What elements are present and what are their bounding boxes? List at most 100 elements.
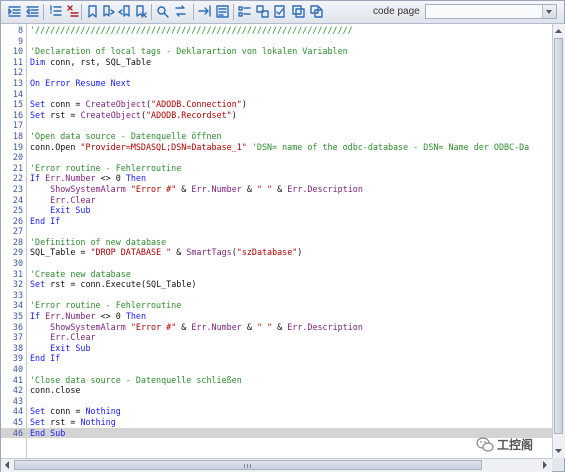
scroll-right-icon[interactable] <box>539 459 550 471</box>
bookmark-prev-icon[interactable] <box>117 4 132 19</box>
code-line[interactable]: 9 <box>1 36 552 47</box>
line-number: 39 <box>12 353 23 364</box>
code-line[interactable]: 38 Exit Sub <box>1 343 552 354</box>
code-line[interactable]: 16 Set rst = CreateObject("ADODB.Recordse… <box>1 110 552 121</box>
code-line[interactable]: 39 End If <box>1 353 552 364</box>
horizontal-scrollbar[interactable] <box>1 458 552 472</box>
code-page-select[interactable] <box>425 4 557 19</box>
bookmark-toggle-icon[interactable] <box>85 4 100 19</box>
code-line[interactable]: 30 <box>1 258 552 269</box>
code-line[interactable]: 35 If Err.Number <> 0 Then <box>1 311 552 322</box>
code-text: ShowSystemAlarm "Error #" & Err.Number &… <box>30 322 363 333</box>
code-token-builtin: Err.Clear <box>50 194 96 205</box>
code-token-plain: & <box>176 183 192 194</box>
code-line[interactable]: 29 SQL_Table = "DROP DATABASE " & SmartTa… <box>1 247 552 258</box>
chevron-down-icon[interactable] <box>542 5 556 18</box>
code-line[interactable]: 13 On Error Resume Next <box>1 78 552 89</box>
code-token-keyword: Set <box>30 99 46 110</box>
code-token-plain: & <box>272 183 288 194</box>
line-number: 30 <box>12 258 23 269</box>
vertical-scrollbar[interactable] <box>552 24 565 458</box>
code-token-keyword: End Sub <box>30 427 66 438</box>
line-number: 18 <box>12 130 23 141</box>
scroll-left-icon[interactable] <box>2 459 13 471</box>
code-line[interactable]: 17 <box>1 120 552 131</box>
code-line[interactable]: 26 End If <box>1 216 552 227</box>
code-line[interactable]: 12 <box>1 67 552 78</box>
code-line[interactable]: 8 '//////////////////////////////////////… <box>1 25 552 36</box>
code-line[interactable]: 27 <box>1 226 552 237</box>
code-line[interactable]: 31 'Create new database <box>1 269 552 280</box>
code-token-plain: <> 0 <box>95 311 126 322</box>
syntax-check-icon[interactable] <box>273 4 288 19</box>
code-line[interactable]: 23 ShowSystemAlarm "Error #" & Err.Numbe… <box>1 184 552 195</box>
find-icon[interactable] <box>155 4 170 19</box>
toolbar-separator <box>193 4 194 20</box>
code-token-plain: rst = <box>45 416 81 427</box>
code-line[interactable]: 46 End Sub <box>1 427 552 439</box>
line-number: 26 <box>12 215 23 226</box>
code-token-keyword: On Error Resume Next <box>30 77 131 88</box>
bookmark-next-icon[interactable] <box>101 4 116 19</box>
horizontal-scroll-thumb[interactable] <box>14 460 482 470</box>
comment-lines-icon[interactable] <box>48 4 63 19</box>
code-token-keyword: Then <box>125 173 146 184</box>
code-text: conn.Open "Provider=MSDASQL;DSN=Database… <box>30 142 529 153</box>
code-line[interactable]: 28 'Definition of new database <box>1 237 552 248</box>
indent-icon[interactable] <box>7 4 22 19</box>
properties-icon[interactable] <box>215 4 230 19</box>
line-number: 37 <box>12 332 23 343</box>
code-token-plain: rst = <box>45 109 81 120</box>
code-line[interactable]: 40 <box>1 364 552 375</box>
code-line[interactable]: 45 Set rst = Nothing <box>1 417 552 428</box>
bookmark-clear-icon[interactable] <box>133 4 148 19</box>
code-line[interactable]: 43 <box>1 396 552 407</box>
code-token-builtin: ShowSystemAlarm <box>50 321 126 332</box>
scroll-up-icon[interactable] <box>553 25 564 37</box>
object-browser-icon[interactable] <box>309 4 324 19</box>
wechat-icon <box>476 436 494 452</box>
code-line[interactable]: 11 Dim conn, rst, SQL_Table <box>1 57 552 68</box>
code-line[interactable]: 37 Err.Clear <box>1 332 552 343</box>
cross-reference-icon[interactable] <box>255 4 270 19</box>
scroll-down-icon[interactable] <box>553 445 564 457</box>
code-line[interactable]: 15 Set conn = CreateObject("ADODB.Connect… <box>1 99 552 110</box>
code-line[interactable]: 22 If Err.Number <> 0 Then <box>1 173 552 184</box>
script-editor-window: code page 8 '////////////////////////////… <box>0 0 565 472</box>
go-to-line-icon[interactable] <box>197 4 212 19</box>
tag-list-icon[interactable] <box>291 4 306 19</box>
code-line[interactable]: 20 <box>1 152 552 163</box>
code-line[interactable]: 34 'Error routine - Fehlerroutine <box>1 300 552 311</box>
symbol-list-icon[interactable] <box>237 4 252 19</box>
code-lines[interactable]: 8 '//////////////////////////////////////… <box>1 25 552 439</box>
code-text: End If <box>30 216 60 227</box>
code-token-comment: 'Open data source - Datenquelle öffnen <box>30 130 222 141</box>
code-line[interactable]: 14 <box>1 89 552 100</box>
code-line[interactable]: 18 'Open data source - Datenquelle öffnen <box>1 131 552 142</box>
code-text: 'Declaration of local tags - Deklarartio… <box>30 46 348 57</box>
code-line[interactable]: 25 Exit Sub <box>1 205 552 216</box>
line-number: 40 <box>12 364 23 374</box>
code-line[interactable]: 32 Set rst = conn.Execute(SQL_Table) <box>1 279 552 290</box>
code-line[interactable]: 33 <box>1 290 552 301</box>
line-number: 29 <box>12 247 23 258</box>
vertical-scroll-thumb[interactable] <box>554 38 563 434</box>
code-line[interactable]: 21 'Error routine - Fehlerroutine <box>1 163 552 174</box>
code-line[interactable]: 44 Set conn = Nothing <box>1 406 552 417</box>
code-line[interactable]: 19 conn.Open "Provider=MSDASQL;DSN=Databa… <box>1 142 552 153</box>
line-number: 23 <box>12 183 23 194</box>
code-token-comment: 'Definition of new database <box>30 236 167 247</box>
code-line[interactable]: 24 Err.Clear <box>1 195 552 206</box>
code-line[interactable]: 41 'Close data source - Datenquelle schli… <box>1 375 552 386</box>
code-line[interactable]: 36 ShowSystemAlarm "Error #" & Err.Numbe… <box>1 322 552 333</box>
code-line[interactable]: 10 'Declaration of local tags - Deklarart… <box>1 46 552 57</box>
code-line[interactable]: 42 conn.close <box>1 385 552 396</box>
outdent-icon[interactable] <box>25 4 40 19</box>
code-token-plain: & <box>241 183 257 194</box>
line-number: 9 <box>17 35 23 46</box>
code-token-keyword: Set <box>30 416 46 427</box>
code-editor[interactable]: 8 '//////////////////////////////////////… <box>1 24 552 458</box>
uncomment-lines-icon[interactable] <box>65 4 80 19</box>
code-token-keyword: Set <box>30 406 46 417</box>
replace-icon[interactable] <box>173 4 188 19</box>
